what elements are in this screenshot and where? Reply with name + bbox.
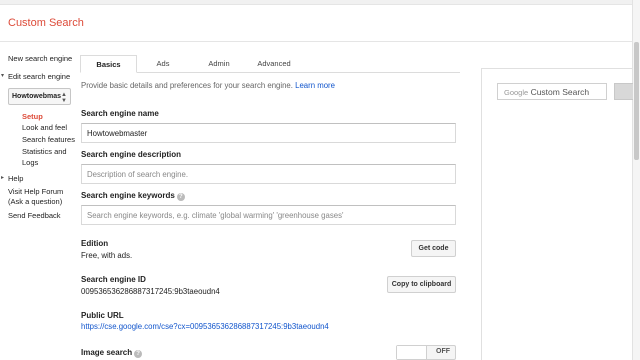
sidebar-help-forum[interactable]: Visit Help Forum [8, 187, 63, 197]
public-url-label: Public URL [81, 311, 124, 320]
keywords-label: Search engine keywords? [81, 191, 185, 201]
toggle-knob [397, 346, 427, 359]
sidebar-help[interactable]: Help [8, 174, 23, 184]
app-header: Custom Search [0, 5, 632, 42]
intro-text: Provide basic details and preferences fo… [81, 81, 335, 90]
sidebar-new-search-engine[interactable]: New search engine [8, 54, 72, 64]
sidebar-item-setup[interactable]: Setup [22, 112, 43, 122]
sidebar-item-logs[interactable]: Logs [22, 158, 38, 168]
preview-custom-search-label: Custom Search [530, 87, 590, 97]
image-search-label-text: Image search [81, 348, 133, 357]
engine-name-input[interactable] [81, 123, 456, 143]
engine-id-label: Search engine ID [81, 275, 146, 284]
tab-advanced[interactable]: Advanced [250, 55, 298, 73]
vertical-scrollbar[interactable] [632, 0, 640, 360]
tab-admin[interactable]: Admin [193, 55, 245, 73]
description-label: Search engine description [81, 150, 182, 159]
collapsed-arrow-icon[interactable]: ▸ [1, 174, 4, 181]
sidebar-send-feedback[interactable]: Send Feedback [8, 211, 61, 221]
help-icon[interactable]: ? [176, 193, 185, 201]
preview-google-label: Google [504, 88, 529, 97]
scrollbar-thumb[interactable] [634, 42, 639, 160]
get-code-button[interactable]: Get code [411, 240, 456, 257]
copy-to-clipboard-button[interactable]: Copy to clipboard [387, 276, 456, 293]
edition-label: Edition [81, 239, 109, 248]
engine-select[interactable]: Howtowebmas ▲ ▼ [8, 88, 71, 105]
select-caret-icon: ▲ ▼ [61, 92, 67, 104]
sidebar-help-forum-sub[interactable]: (Ask a question) [8, 197, 62, 207]
app-title[interactable]: Custom Search [8, 17, 84, 29]
toggle-state-label: OFF [436, 348, 450, 355]
tab-basics[interactable]: Basics [80, 55, 137, 73]
engine-id-value: 009536536286887317245:9b3taeoudn4 [81, 287, 220, 296]
learn-more-link[interactable]: Learn more [295, 81, 335, 90]
help-icon[interactable]: ? [134, 350, 143, 358]
preview-search-box[interactable]: Google Custom Search [497, 83, 607, 100]
tab-bar: Basics Ads Admin Advanced [80, 55, 460, 73]
sidebar-item-look-and-feel[interactable]: Look and feel [22, 123, 67, 133]
edition-value: Free, with ads. [81, 251, 133, 260]
engine-keywords-input[interactable] [81, 205, 456, 225]
engine-description-input[interactable] [81, 164, 456, 184]
public-url-link[interactable]: https://cse.google.com/cse?cx=0095365362… [81, 322, 329, 331]
preview-search-button[interactable] [614, 83, 633, 100]
expanded-arrow-icon[interactable]: ▾ [1, 72, 4, 79]
name-label: Search engine name [81, 109, 159, 118]
engine-select-value: Howtowebmas [12, 93, 62, 100]
sidebar-item-statistics[interactable]: Statistics and [22, 147, 67, 157]
intro-description: Provide basic details and preferences fo… [81, 81, 293, 90]
sidebar-item-search-features[interactable]: Search features [22, 135, 75, 145]
keywords-label-text: Search engine keywords [81, 191, 175, 200]
sidebar-edit-search-engine[interactable]: Edit search engine [8, 72, 70, 82]
tab-ads[interactable]: Ads [137, 55, 189, 73]
image-search-toggle[interactable]: OFF [396, 345, 456, 360]
search-preview-panel: Google Custom Search [481, 68, 633, 360]
image-search-label: Image search? [81, 348, 143, 358]
